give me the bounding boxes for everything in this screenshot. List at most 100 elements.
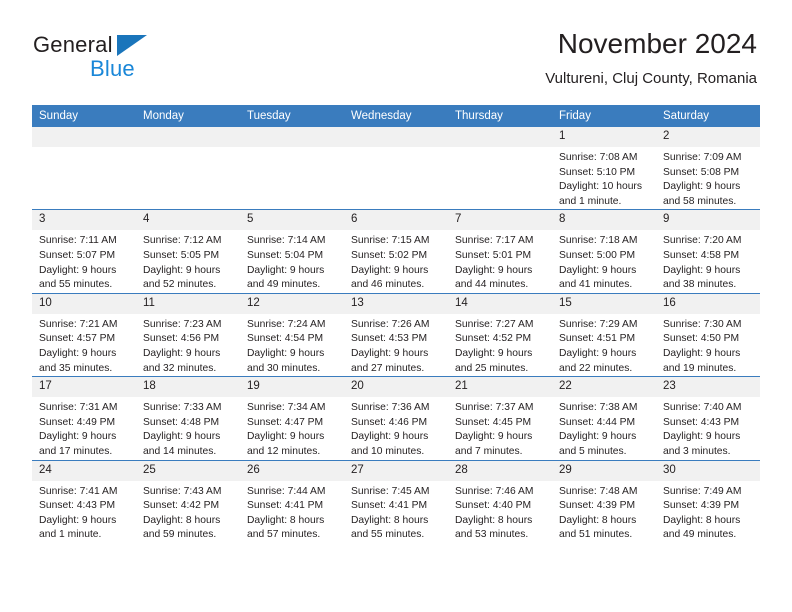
calendar-day-cell[interactable]: 12 Sunrise: 7:24 AM Sunset: 4:54 PM Dayligh… — [240, 292, 344, 377]
sunset-text: Sunset: 5:04 PM — [247, 249, 324, 261]
calendar-day-cell[interactable]: 13 Sunrise: 7:26 AM Sunset: 4:53 PM Dayligh… — [344, 292, 448, 377]
day-sun-info: Sunrise: 7:24 AM Sunset: 4:54 PM Daylight:… — [240, 314, 344, 376]
sunset-text: Sunset: 4:58 PM — [663, 249, 740, 261]
brand-name-blue: Blue — [90, 56, 135, 81]
daylight-text: Daylight: 9 hours and 27 minutes. — [351, 347, 429, 374]
calendar-day-cell[interactable]: 16 Sunrise: 7:30 AM Sunset: 4:50 PM Dayligh… — [656, 292, 760, 377]
day-sun-info: Sunrise: 7:27 AM Sunset: 4:52 PM Daylight:… — [448, 314, 552, 376]
sunset-text: Sunset: 5:05 PM — [143, 249, 220, 261]
day-number: 26 — [240, 460, 344, 481]
calendar-day-cell[interactable]: 19 Sunrise: 7:34 AM Sunset: 4:47 PM Dayligh… — [240, 376, 344, 460]
calendar-day-cell[interactable]: 18 Sunrise: 7:33 AM Sunset: 4:48 PM Dayligh… — [136, 376, 240, 460]
day-sun-info: Sunrise: 7:48 AM Sunset: 4:39 PM Daylight:… — [552, 481, 656, 543]
day-sun-info: Sunrise: 7:15 AM Sunset: 5:02 PM Daylight:… — [344, 230, 448, 292]
sunrise-text: Sunrise: 7:26 AM — [351, 318, 430, 330]
calendar-day-cell[interactable]: 15 Sunrise: 7:29 AM Sunset: 4:51 PM Dayligh… — [552, 292, 656, 377]
day-number: 19 — [240, 377, 344, 398]
calendar-day-cell[interactable]: 6 Sunrise: 7:15 AM Sunset: 5:02 PM Daylight… — [344, 209, 448, 294]
sunrise-text: Sunrise: 7:34 AM — [247, 402, 326, 414]
sunrise-text: Sunrise: 7:15 AM — [351, 235, 430, 247]
calendar-day-cell-empty — [136, 127, 240, 210]
day-number: 9 — [656, 210, 760, 231]
day-sun-info: Sunrise: 7:38 AM Sunset: 4:44 PM Daylight:… — [552, 397, 656, 459]
sunrise-text: Sunrise: 7:20 AM — [663, 235, 742, 247]
day-sun-info: Sunrise: 7:34 AM Sunset: 4:47 PM Daylight:… — [240, 397, 344, 459]
daylight-text: Daylight: 9 hours and 38 minutes. — [663, 264, 741, 291]
calendar-day-cell[interactable]: 22 Sunrise: 7:38 AM Sunset: 4:44 PM Dayligh… — [552, 376, 656, 460]
day-sun-info: Sunrise: 7:08 AM Sunset: 5:10 PM Daylight:… — [552, 147, 656, 209]
daylight-text: Daylight: 9 hours and 49 minutes. — [247, 264, 325, 291]
day-number: 21 — [448, 377, 552, 398]
calendar-day-cell[interactable]: 29 Sunrise: 7:48 AM Sunset: 4:39 PM Dayligh… — [552, 459, 656, 543]
daylight-text: Daylight: 9 hours and 35 minutes. — [39, 347, 117, 374]
calendar-day-cell[interactable]: 26 Sunrise: 7:44 AM Sunset: 4:41 PM Dayligh… — [240, 459, 344, 543]
page-title: November 2024 — [557, 28, 757, 59]
day-sun-info: Sunrise: 7:17 AM Sunset: 5:01 PM Daylight:… — [448, 230, 552, 292]
daylight-text: Daylight: 9 hours and 30 minutes. — [247, 347, 325, 374]
general-blue-logo[interactable]: General Blue — [33, 32, 253, 88]
calendar-day-cell[interactable]: 9 Sunrise: 7:20 AM Sunset: 4:58 PM Daylight… — [656, 209, 760, 294]
calendar-day-cell[interactable]: 17 Sunrise: 7:31 AM Sunset: 4:49 PM Dayligh… — [32, 376, 136, 460]
daylight-text: Daylight: 9 hours and 32 minutes. — [143, 347, 221, 374]
calendar-day-cell[interactable]: 11 Sunrise: 7:23 AM Sunset: 4:56 PM Dayligh… — [136, 292, 240, 377]
sunrise-text: Sunrise: 7:24 AM — [247, 318, 326, 330]
calendar-day-cell[interactable]: 1 Sunrise: 7:08 AM Sunset: 5:10 PM Daylight… — [552, 127, 656, 210]
daylight-text: Daylight: 8 hours and 55 minutes. — [351, 514, 429, 541]
sunrise-text: Sunrise: 7:29 AM — [559, 318, 638, 330]
day-number: 10 — [32, 293, 136, 314]
weekday-header-friday: Friday — [552, 105, 656, 127]
calendar-day-cell[interactable]: 2 Sunrise: 7:09 AM Sunset: 5:08 PM Daylight… — [656, 127, 760, 210]
sunset-text: Sunset: 5:01 PM — [455, 249, 532, 261]
calendar-day-cell[interactable]: 23 Sunrise: 7:40 AM Sunset: 4:43 PM Dayligh… — [656, 376, 760, 460]
day-number: 1 — [552, 127, 656, 147]
sunset-text: Sunset: 4:51 PM — [559, 333, 636, 345]
calendar-day-cell[interactable]: 10 Sunrise: 7:21 AM Sunset: 4:57 PM Dayligh… — [32, 292, 136, 377]
daylight-text: Daylight: 8 hours and 51 minutes. — [559, 514, 637, 541]
calendar-page: General Blue November 2024 Vultureni, Cl… — [0, 0, 792, 612]
day-number: 28 — [448, 460, 552, 481]
day-sun-info: Sunrise: 7:29 AM Sunset: 4:51 PM Daylight:… — [552, 314, 656, 376]
title-block: November 2024 Vultureni, Cluj County, Ro… — [545, 27, 757, 88]
daylight-text: Daylight: 9 hours and 46 minutes. — [351, 264, 429, 291]
calendar-day-cell-empty — [448, 127, 552, 210]
weekday-header-saturday: Saturday — [656, 105, 760, 127]
day-number — [136, 127, 240, 147]
brand-name-general: General — [33, 32, 113, 57]
day-sun-info: Sunrise: 7:14 AM Sunset: 5:04 PM Daylight:… — [240, 230, 344, 292]
sunrise-text: Sunrise: 7:14 AM — [247, 235, 326, 247]
calendar-day-cell[interactable]: 28 Sunrise: 7:46 AM Sunset: 4:40 PM Dayligh… — [448, 459, 552, 543]
calendar-day-cell[interactable]: 25 Sunrise: 7:43 AM Sunset: 4:42 PM Dayligh… — [136, 459, 240, 543]
sunset-text: Sunset: 4:41 PM — [247, 500, 324, 512]
day-sun-info: Sunrise: 7:09 AM Sunset: 5:08 PM Daylight:… — [656, 147, 760, 209]
day-number: 11 — [136, 293, 240, 314]
calendar-day-cell[interactable]: 24 Sunrise: 7:41 AM Sunset: 4:43 PM Dayligh… — [32, 459, 136, 543]
day-number: 14 — [448, 293, 552, 314]
calendar-day-cell[interactable]: 21 Sunrise: 7:37 AM Sunset: 4:45 PM Dayligh… — [448, 376, 552, 460]
day-sun-info: Sunrise: 7:23 AM Sunset: 4:56 PM Daylight:… — [136, 314, 240, 376]
calendar-day-cell[interactable]: 20 Sunrise: 7:36 AM Sunset: 4:46 PM Dayligh… — [344, 376, 448, 460]
calendar-day-cell[interactable]: 27 Sunrise: 7:45 AM Sunset: 4:41 PM Dayligh… — [344, 459, 448, 543]
calendar-day-cell[interactable]: 4 Sunrise: 7:12 AM Sunset: 5:05 PM Daylight… — [136, 209, 240, 294]
calendar-day-cell[interactable]: 8 Sunrise: 7:18 AM Sunset: 5:00 PM Daylight… — [552, 209, 656, 294]
calendar-day-cell[interactable]: 3 Sunrise: 7:11 AM Sunset: 5:07 PM Daylight… — [32, 209, 136, 294]
sunrise-text: Sunrise: 7:31 AM — [39, 402, 118, 414]
sunset-text: Sunset: 4:41 PM — [351, 500, 428, 512]
daylight-text: Daylight: 9 hours and 12 minutes. — [247, 431, 325, 457]
calendar-day-cell[interactable]: 5 Sunrise: 7:14 AM Sunset: 5:04 PM Daylight… — [240, 209, 344, 294]
day-sun-info: Sunrise: 7:20 AM Sunset: 4:58 PM Daylight:… — [656, 230, 760, 292]
daylight-text: Daylight: 9 hours and 10 minutes. — [351, 431, 429, 457]
sunrise-text: Sunrise: 7:17 AM — [455, 235, 534, 247]
sunset-text: Sunset: 4:52 PM — [455, 333, 532, 345]
day-number: 12 — [240, 293, 344, 314]
day-sun-info: Sunrise: 7:45 AM Sunset: 4:41 PM Daylight:… — [344, 481, 448, 543]
calendar-day-cell[interactable]: 30 Sunrise: 7:49 AM Sunset: 4:39 PM Dayligh… — [656, 459, 760, 543]
day-sun-info: Sunrise: 7:12 AM Sunset: 5:05 PM Daylight:… — [136, 230, 240, 292]
sunrise-text: Sunrise: 7:18 AM — [559, 235, 638, 247]
calendar-day-cell[interactable]: 14 Sunrise: 7:27 AM Sunset: 4:52 PM Dayligh… — [448, 292, 552, 377]
sunset-text: Sunset: 4:39 PM — [559, 500, 636, 512]
sunrise-text: Sunrise: 7:33 AM — [143, 402, 222, 414]
day-sun-info: Sunrise: 7:11 AM Sunset: 5:07 PM Daylight:… — [32, 230, 136, 292]
sunrise-text: Sunrise: 7:12 AM — [143, 235, 222, 247]
calendar-header-row: Sunday Monday Tuesday Wednesday Thursday… — [32, 105, 760, 127]
calendar-day-cell[interactable]: 7 Sunrise: 7:17 AM Sunset: 5:01 PM Daylight… — [448, 209, 552, 294]
